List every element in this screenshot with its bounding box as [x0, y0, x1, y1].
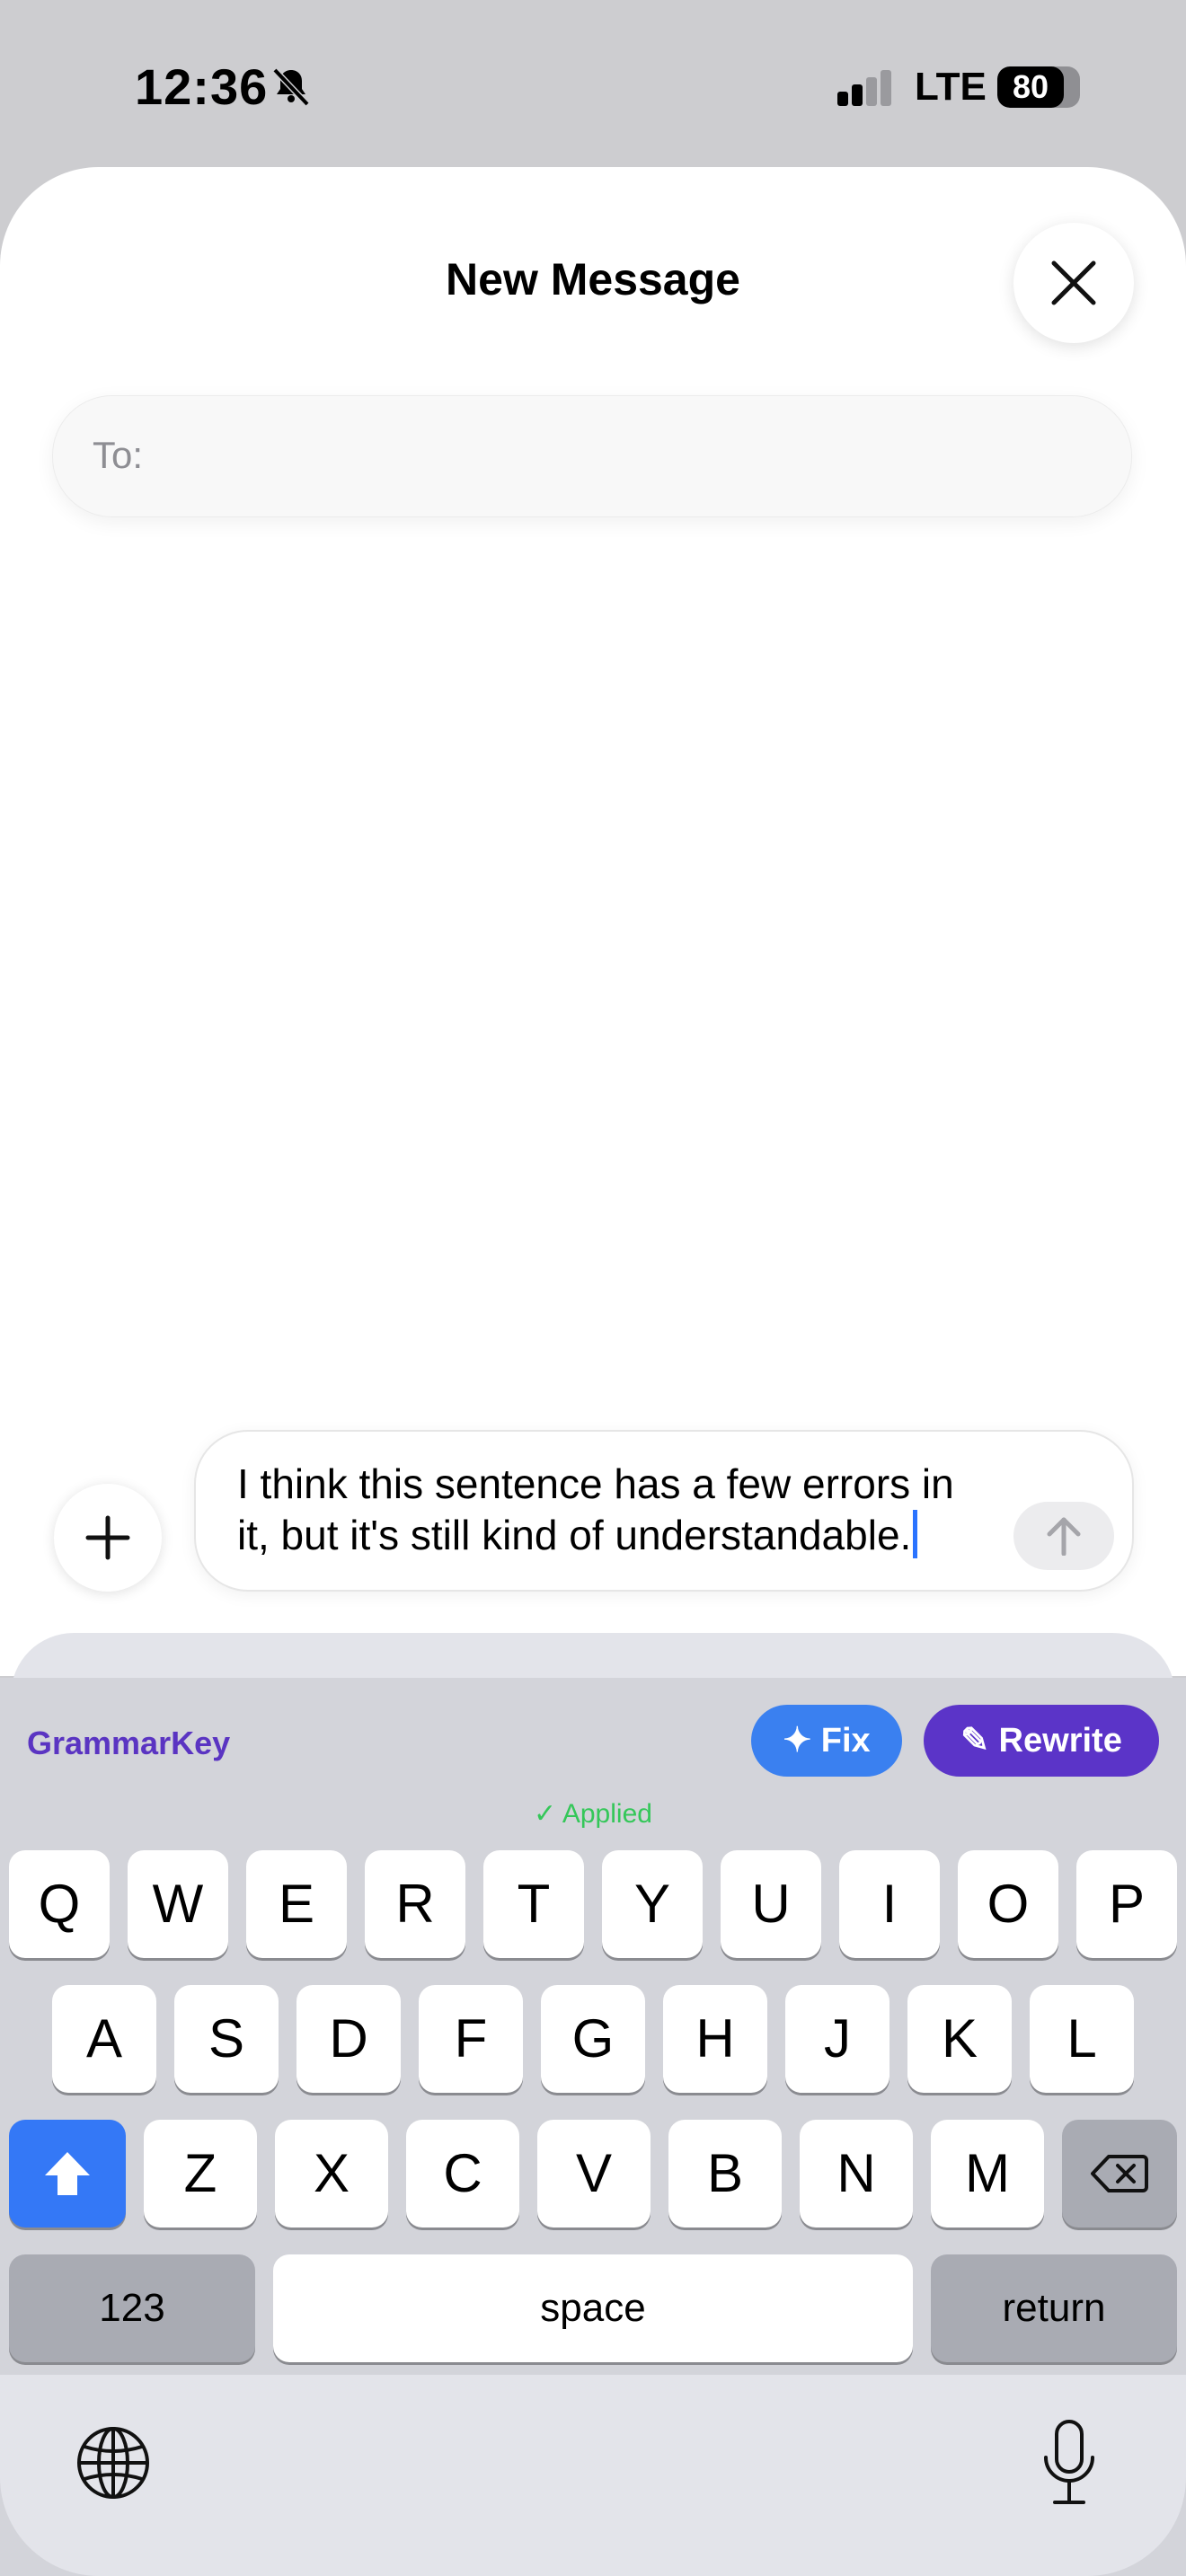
key-a[interactable]: A [52, 1985, 156, 2093]
status-bar: 12:36 LTE 80 [0, 0, 1186, 171]
close-button[interactable] [1013, 223, 1134, 343]
numbers-key[interactable]: 123 [9, 2254, 255, 2362]
fix-button[interactable]: ✦ Fix [751, 1705, 902, 1777]
sheet-title: New Message [446, 254, 740, 304]
key-w[interactable]: W [128, 1850, 228, 1958]
key-e[interactable]: E [246, 1850, 347, 1958]
globe-icon[interactable] [75, 2425, 151, 2501]
to-label: To: [93, 434, 144, 476]
key-m[interactable]: M [931, 2120, 1044, 2228]
key-l[interactable]: L [1030, 1985, 1134, 2093]
key-i[interactable]: I [839, 1850, 940, 1958]
key-d[interactable]: D [296, 1985, 401, 2093]
add-attachment-button[interactable] [54, 1484, 162, 1592]
key-t[interactable]: T [483, 1850, 584, 1958]
shift-key[interactable] [9, 2120, 126, 2228]
plus-icon [85, 1515, 130, 1560]
key-q[interactable]: Q [9, 1850, 110, 1958]
return-key[interactable]: return [931, 2254, 1177, 2362]
key-y[interactable]: Y [602, 1850, 703, 1958]
keyboard-brand: GrammarKey [27, 1725, 231, 1761]
text-cursor [913, 1510, 918, 1558]
message-text: I think this sentence has a few errors i… [237, 1460, 954, 1558]
key-r[interactable]: R [365, 1850, 465, 1958]
space-key[interactable]: space [273, 2254, 913, 2362]
battery-icon: 80 [997, 66, 1080, 108]
key-k[interactable]: K [907, 1985, 1012, 2093]
key-j[interactable]: J [785, 1985, 890, 2093]
keyboard-bottom-bar [0, 2375, 1186, 2576]
key-g[interactable]: G [541, 1985, 645, 2093]
key-f[interactable]: F [419, 1985, 523, 2093]
shift-icon [45, 2152, 90, 2195]
microphone-icon[interactable] [1039, 2418, 1100, 2508]
delete-key[interactable] [1062, 2120, 1177, 2228]
arrow-up-icon [1047, 1517, 1081, 1556]
message-input[interactable]: I think this sentence has a few errors i… [194, 1430, 1134, 1592]
to-field[interactable]: To: [52, 395, 1132, 517]
key-n[interactable]: N [800, 2120, 913, 2228]
key-s[interactable]: S [174, 1985, 279, 2093]
key-x[interactable]: X [275, 2120, 388, 2228]
key-p[interactable]: P [1076, 1850, 1177, 1958]
key-b[interactable]: B [668, 2120, 782, 2228]
close-icon [1051, 260, 1096, 305]
key-c[interactable]: C [406, 2120, 519, 2228]
key-o[interactable]: O [958, 1850, 1058, 1958]
silent-bell-icon [272, 67, 310, 107]
key-u[interactable]: U [721, 1850, 821, 1958]
key-h[interactable]: H [663, 1985, 767, 2093]
backspace-icon [1091, 2155, 1148, 2192]
key-z[interactable]: Z [144, 2120, 257, 2228]
message-text-wrap: I think this sentence has a few errors i… [237, 1459, 992, 1561]
network-type: LTE [915, 65, 987, 109]
send-button[interactable] [1013, 1502, 1114, 1570]
applied-status: ✓ Applied [534, 1799, 652, 1829]
compose-bar: I think this sentence has a few errors i… [0, 1419, 1186, 1599]
status-time: 12:36 [135, 58, 269, 115]
signal-icon [837, 70, 891, 106]
rewrite-button[interactable]: ✎ Rewrite [924, 1705, 1159, 1777]
key-v[interactable]: V [537, 2120, 651, 2228]
battery-level: 80 [1012, 68, 1049, 105]
